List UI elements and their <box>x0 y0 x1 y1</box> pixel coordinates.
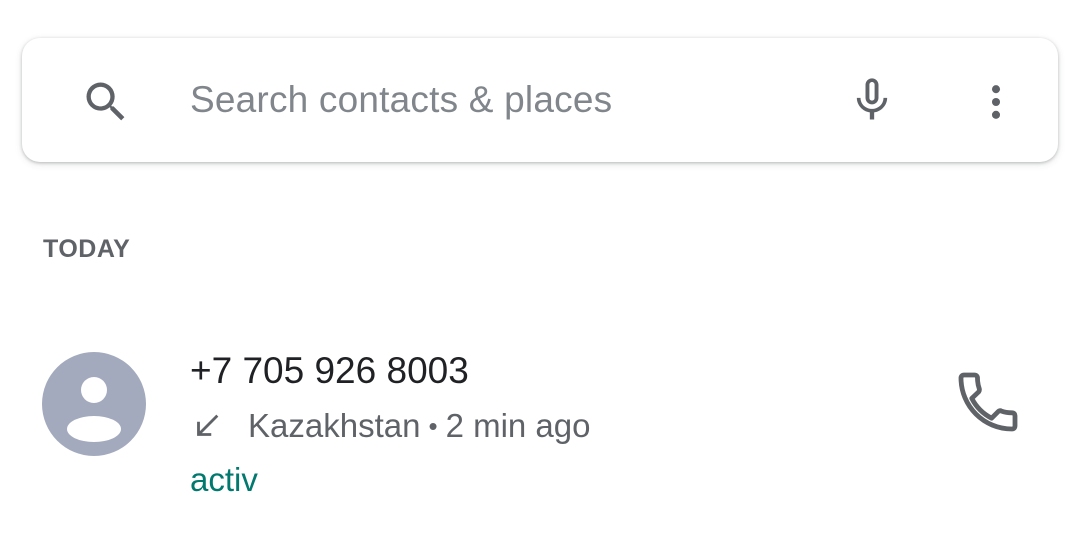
more-vert-icon[interactable] <box>974 78 1018 126</box>
avatar[interactable] <box>42 352 146 456</box>
call-details: Kazakhstan • 2 min ago <box>190 404 591 448</box>
call-number: +7 705 926 8003 <box>190 350 469 391</box>
search-bar[interactable]: Search contacts & places <box>22 38 1058 162</box>
search-input[interactable]: Search contacts & places <box>190 78 612 122</box>
call-log-item[interactable]: +7 705 926 8003 Kazakhstan • 2 min ago a… <box>0 330 1080 520</box>
carrier-label: activ <box>190 461 258 498</box>
call-log-screen: Search contacts & places TODAY +7 705 92… <box>0 0 1080 549</box>
section-header-today: TODAY <box>43 235 131 263</box>
separator: • <box>428 410 438 441</box>
call-received-icon <box>197 414 219 436</box>
person-icon <box>67 377 121 442</box>
phone-icon[interactable] <box>952 366 1024 438</box>
search-icon <box>80 76 132 128</box>
call-location: Kazakhstan <box>248 407 421 444</box>
call-time: 2 min ago <box>445 407 591 444</box>
mic-icon[interactable] <box>846 72 898 128</box>
